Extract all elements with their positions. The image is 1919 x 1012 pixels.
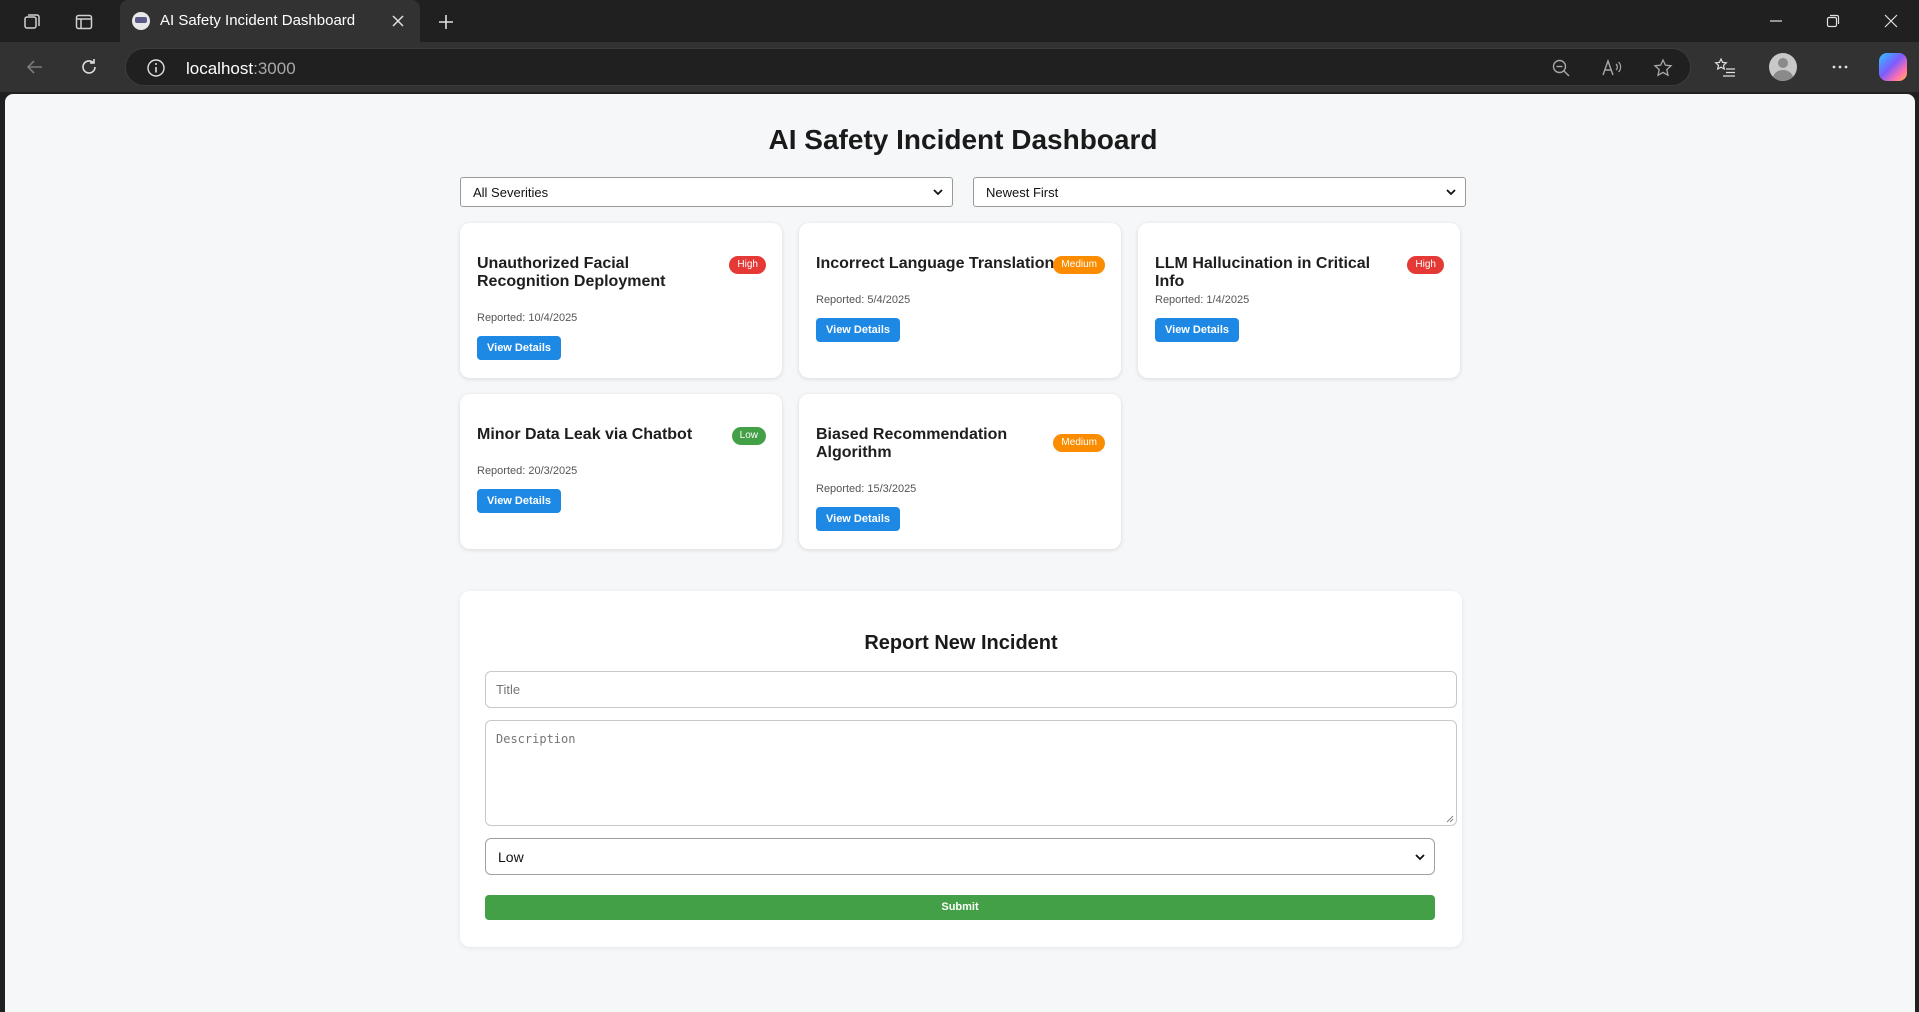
incident-card: Unauthorized Facial Recognition Deployme… — [460, 223, 782, 378]
view-details-button[interactable]: View Details — [816, 318, 900, 342]
view-details-button[interactable]: View Details — [816, 507, 900, 531]
favorite-star-icon[interactable] — [1652, 57, 1674, 79]
incident-date: Reported: 20/3/2025 — [477, 465, 578, 477]
url-host: localhost — [186, 59, 254, 78]
sort-order-value: Newest First — [986, 185, 1059, 200]
severity-filter-select[interactable]: All Severities — [460, 177, 953, 207]
severity-badge: Medium — [1053, 434, 1105, 452]
chevron-down-icon — [1415, 854, 1425, 861]
chevron-down-icon — [933, 189, 943, 196]
new-tab-icon[interactable] — [432, 8, 460, 36]
description-textarea[interactable]: Description — [485, 720, 1457, 826]
view-details-button[interactable]: View Details — [477, 336, 561, 360]
address-bar[interactable]: localhost:3000 — [125, 48, 1691, 86]
form-heading: Report New Incident — [864, 632, 1058, 654]
incident-date: Reported: 1/4/2025 — [1155, 294, 1250, 306]
refresh-icon[interactable] — [74, 52, 104, 82]
page-title: AI Safety Incident Dashboard — [768, 124, 1158, 155]
more-options-icon[interactable] — [1825, 52, 1855, 82]
submit-button[interactable]: Submit — [485, 895, 1435, 920]
url-text: localhost:3000 — [186, 59, 296, 79]
incident-title: Unauthorized Facial Recognition Deployme… — [477, 255, 666, 290]
severity-select[interactable]: Low — [485, 838, 1435, 875]
report-incident-form: Report New Incident Title Description Lo… — [460, 591, 1462, 947]
title-placeholder: Title — [496, 682, 521, 697]
incident-date: Reported: 15/3/2025 — [816, 483, 917, 495]
incident-card: Minor Data Leak via Chatbot Low Reported… — [460, 394, 782, 549]
minimize-icon[interactable] — [1761, 8, 1791, 34]
view-details-button[interactable]: View Details — [477, 489, 561, 513]
browser-tab-bar: AI Safety Incident Dashboard — [0, 0, 1919, 42]
incident-date: Reported: 10/4/2025 — [477, 312, 578, 324]
severity-select-value: Low — [498, 849, 524, 865]
close-window-icon[interactable] — [1876, 8, 1906, 34]
severity-badge: Medium — [1053, 256, 1105, 274]
copilot-icon[interactable] — [1879, 53, 1907, 81]
severity-badge: High — [1407, 256, 1444, 274]
title-input[interactable]: Title — [485, 671, 1457, 708]
tab-title: AI Safety Incident Dashboard — [160, 12, 356, 29]
severity-filter-value: All Severities — [473, 185, 549, 200]
view-details-button[interactable]: View Details — [1155, 318, 1239, 342]
read-aloud-icon[interactable] — [1601, 57, 1623, 79]
incident-card: LLM Hallucination in Critical Info High … — [1138, 223, 1460, 378]
description-placeholder: Description — [496, 732, 576, 746]
resize-handle-icon[interactable] — [1445, 814, 1454, 823]
incident-card: Incorrect Language Translation Medium Re… — [799, 223, 1121, 378]
page-viewport: AI Safety Incident Dashboard All Severit… — [5, 94, 1915, 1012]
browser-toolbar: localhost:3000 — [0, 42, 1919, 92]
zoom-out-icon[interactable] — [1550, 57, 1572, 79]
tab-actions-icon[interactable] — [71, 9, 97, 35]
chevron-down-icon — [1446, 189, 1456, 196]
close-tab-icon[interactable] — [386, 9, 410, 33]
tab-favicon-icon — [132, 12, 150, 30]
incident-title: Minor Data Leak via Chatbot — [477, 426, 693, 443]
incident-title: Biased Recommendation Algorithm — [816, 426, 1008, 461]
profile-avatar-icon[interactable] — [1769, 53, 1797, 81]
incident-card: Biased Recommendation Algorithm Medium R… — [799, 394, 1121, 549]
active-tab[interactable]: AI Safety Incident Dashboard — [120, 0, 420, 42]
favorites-list-icon[interactable] — [1710, 52, 1740, 82]
incident-title: LLM Hallucination in Critical Info — [1155, 255, 1371, 290]
workspaces-icon[interactable] — [19, 9, 45, 35]
site-info-icon[interactable] — [146, 58, 166, 78]
sort-order-select[interactable]: Newest First — [973, 177, 1466, 207]
back-arrow-icon[interactable] — [20, 52, 50, 82]
restore-icon[interactable] — [1818, 8, 1848, 34]
severity-badge: High — [729, 256, 766, 274]
url-port: :3000 — [253, 59, 296, 78]
incident-date: Reported: 5/4/2025 — [816, 294, 911, 306]
severity-badge: Low — [731, 427, 766, 445]
incident-title: Incorrect Language Translation — [816, 255, 1055, 272]
